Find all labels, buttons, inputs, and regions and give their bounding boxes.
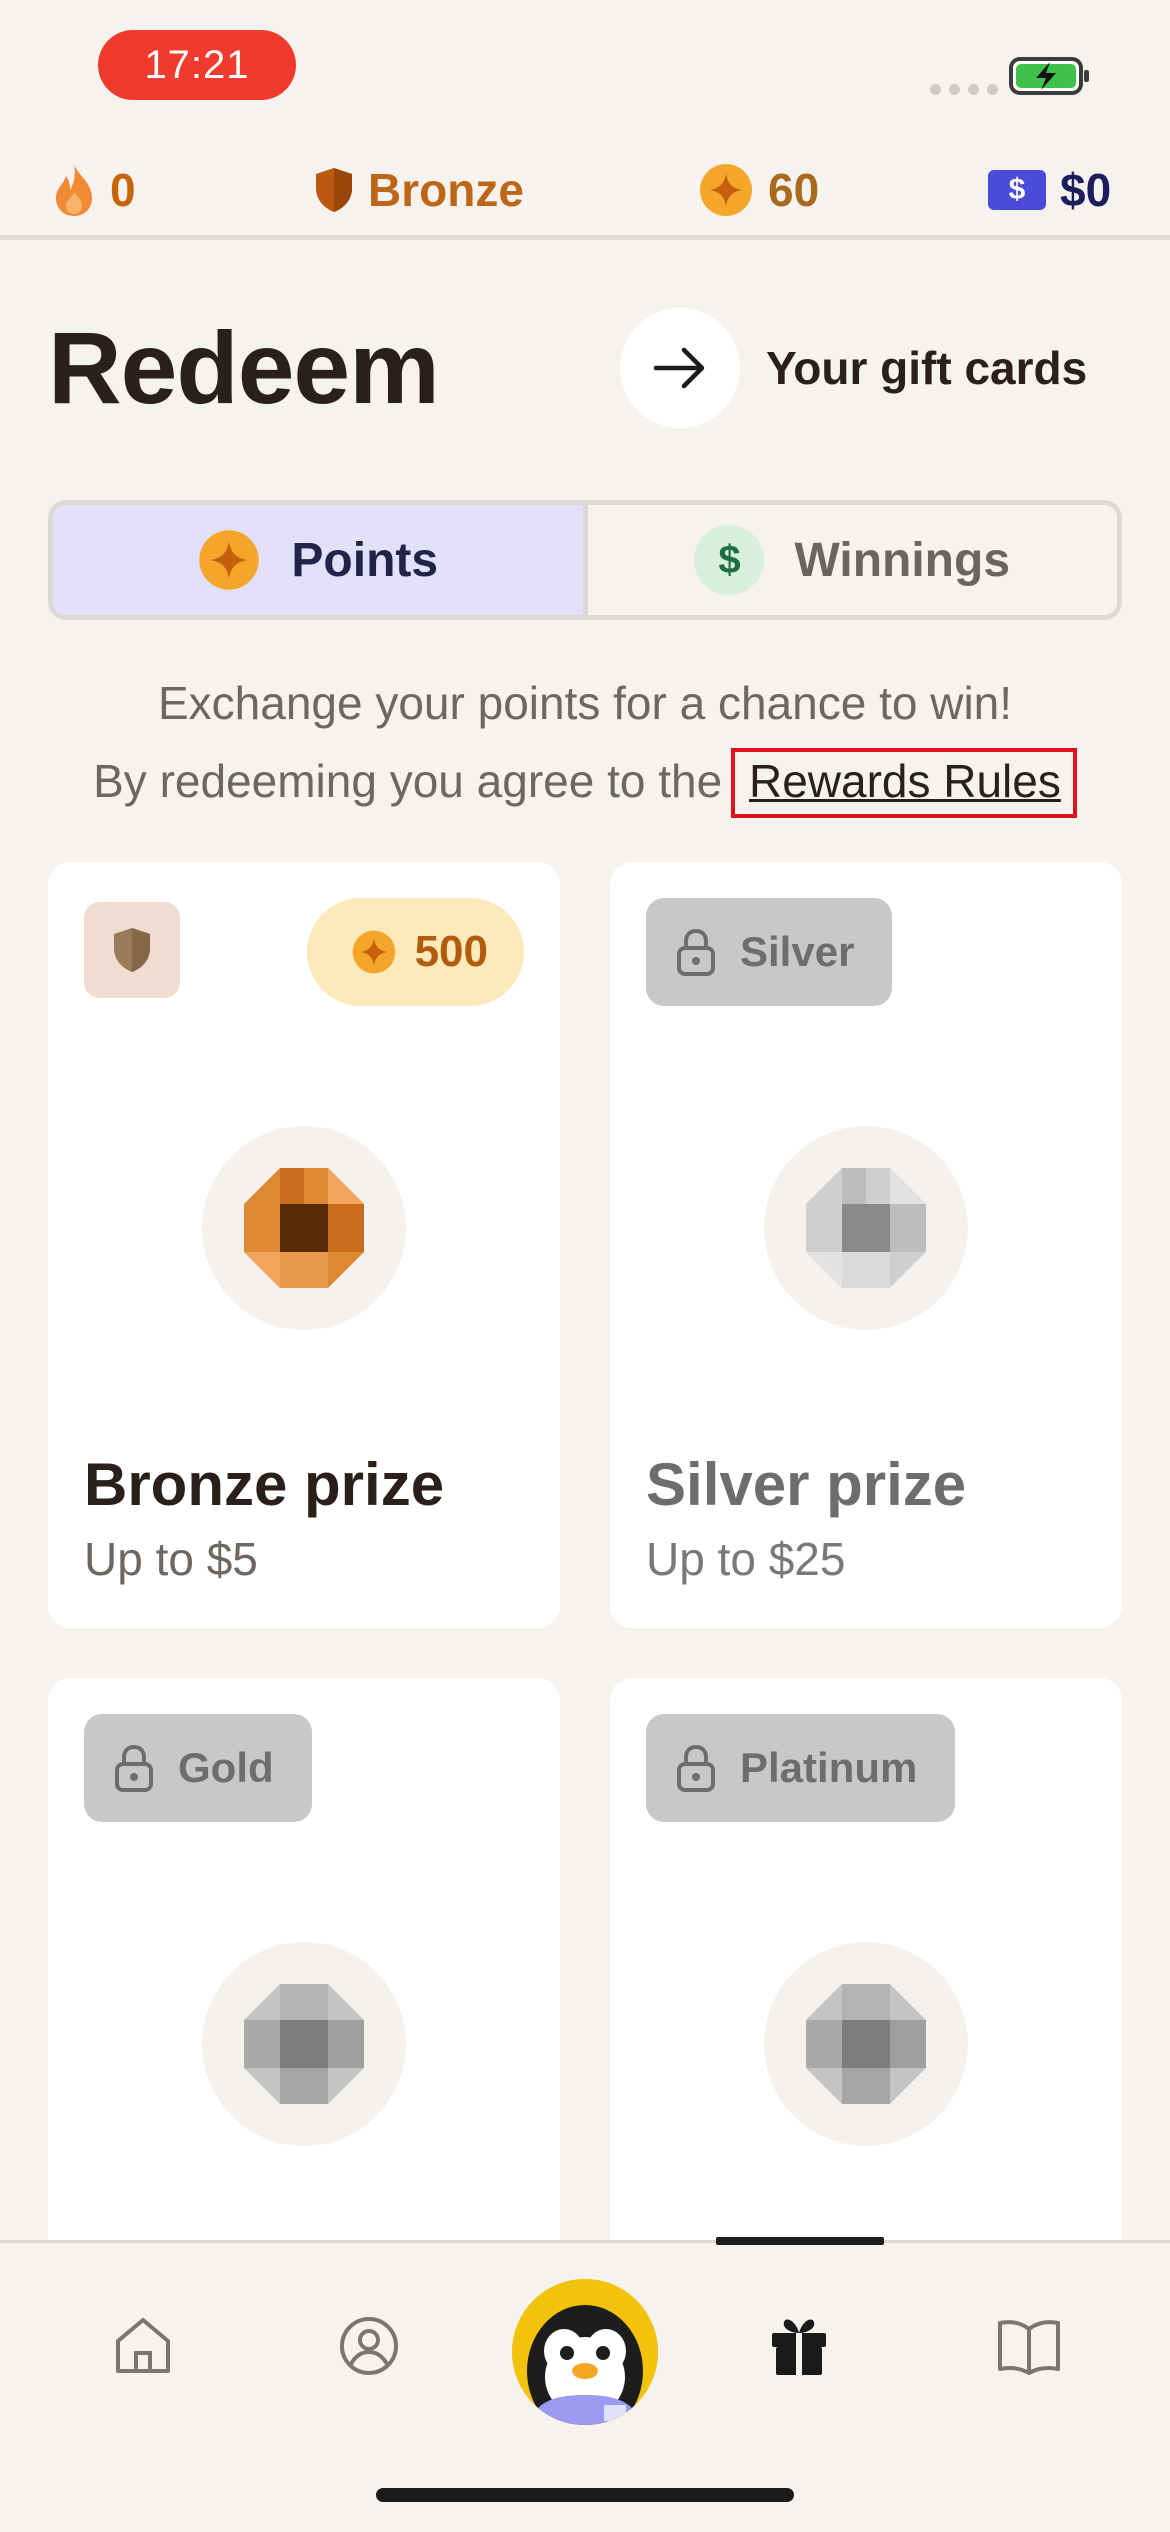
redeem-info: Exchange your points for a chance to win… — [0, 676, 1170, 818]
locked-tier-label: Platinum — [740, 1744, 918, 1791]
locked-tier-badge: Gold — [84, 1714, 312, 1822]
prize-subtitle: Up to $25 — [646, 1533, 846, 1585]
tier-badge — [84, 902, 180, 998]
locked-tier-label: Gold — [178, 1744, 274, 1791]
points-coin-icon — [700, 164, 752, 216]
points-coin-icon — [352, 930, 395, 974]
league-stat[interactable]: Bronze — [314, 160, 524, 220]
dollar-icon: $ — [694, 525, 765, 595]
points-count: 60 — [768, 164, 820, 216]
flame-icon — [56, 164, 92, 216]
locked-tier-badge: Platinum — [646, 1714, 956, 1822]
rewards-rules-link[interactable]: Rewards Rules — [749, 755, 1061, 807]
silver-prize-icon — [764, 1126, 968, 1330]
rewards-rules-highlight: Rewards Rules — [730, 748, 1077, 818]
shield-icon — [316, 168, 352, 212]
your-gift-cards-button[interactable]: Your gift cards — [620, 308, 1087, 428]
page-title: Redeem — [48, 311, 440, 425]
tab-points-label: Points — [291, 533, 439, 587]
prize-name: Silver prize — [646, 1451, 967, 1518]
signal-icon — [930, 84, 998, 95]
tab-points[interactable]: Points — [53, 505, 583, 615]
lock-icon — [115, 1744, 153, 1792]
points-stat[interactable]: 60 — [698, 160, 819, 220]
active-tab-indicator — [716, 2237, 884, 2245]
prize-subtitle: Up to $5 — [84, 1533, 258, 1585]
book-icon — [998, 2320, 1060, 2375]
lock-icon — [677, 1744, 715, 1792]
locked-tier-badge: Silver — [646, 898, 893, 1006]
info-line-2: By redeeming you agree to the — [93, 755, 723, 807]
league-name: Bronze — [368, 164, 524, 216]
nav-profile[interactable] — [324, 2301, 414, 2391]
bronze-prize-icon — [202, 1126, 406, 1330]
mascot-avatar[interactable] — [512, 2279, 658, 2425]
gold-prize-icon — [202, 1942, 406, 2146]
locked-tier-label: Silver — [740, 928, 855, 975]
redeem-tabs: Points $ Winnings — [48, 500, 1122, 620]
prize-card-silver[interactable]: Silver Silver prize Up to $25 — [610, 862, 1122, 1628]
points-coin-icon — [199, 530, 260, 590]
prize-name: Bronze prize — [84, 1451, 445, 1518]
cash-stat[interactable]: $ $0 — [988, 160, 1111, 220]
info-line-1: Exchange your points for a chance to win… — [157, 677, 1013, 729]
status-time: 17:21 — [98, 30, 296, 100]
cash-amount: $0 — [1060, 164, 1112, 216]
tab-winnings[interactable]: $ Winnings — [582, 505, 1118, 615]
shield-icon — [114, 928, 150, 972]
streak-stat[interactable]: 0 — [52, 160, 136, 220]
nav-learn[interactable] — [984, 2301, 1074, 2391]
cost-badge: 500 — [306, 898, 524, 1006]
prize-card-gold[interactable]: Gold — [48, 1678, 560, 2278]
gift-icon — [772, 2319, 826, 2375]
prize-card-bronze[interactable]: 500 Bronze prize Up to $5 — [48, 862, 560, 1628]
nav-home[interactable] — [98, 2301, 188, 2391]
cash-icon: $ — [988, 170, 1046, 210]
platinum-prize-icon — [764, 1942, 968, 2146]
profile-icon — [340, 2317, 398, 2375]
nav-rewards[interactable] — [754, 2301, 844, 2391]
stats-bar: 0 Bronze 60 $ $0 — [0, 140, 1170, 240]
arrow-right-icon — [620, 308, 740, 428]
cost-value: 500 — [414, 927, 488, 976]
gift-cards-label: Your gift cards — [766, 342, 1088, 394]
home-indicator — [376, 2488, 794, 2502]
home-icon — [116, 2318, 170, 2373]
streak-count: 0 — [110, 164, 136, 216]
lock-icon — [677, 928, 715, 976]
battery-charging-icon — [1009, 57, 1089, 95]
tab-winnings-label: Winnings — [794, 533, 1011, 587]
status-bar: 17:21 — [0, 0, 1170, 130]
prize-card-platinum[interactable]: Platinum — [610, 1678, 1122, 2278]
